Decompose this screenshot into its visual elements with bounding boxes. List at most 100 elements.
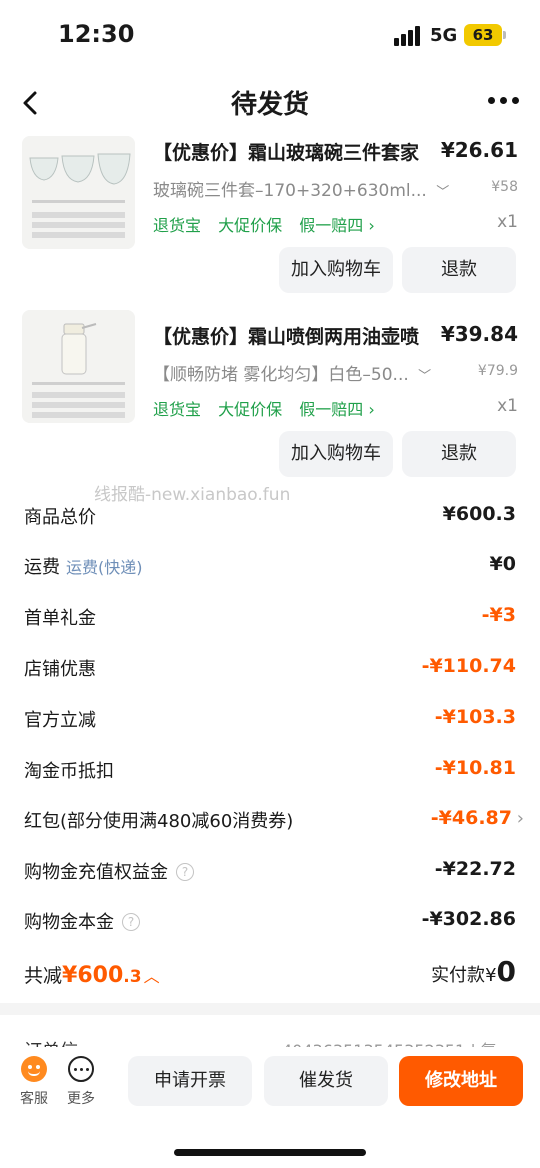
summary-row-coins: 淘金币抵扣 -¥10.81: [0, 757, 540, 787]
row-label: 淘金币抵扣: [24, 761, 114, 782]
row-label: 首单礼金: [24, 608, 96, 629]
original-price: ¥79.9: [477, 363, 518, 379]
summary-row-first-order-gift: 首单礼金 -¥3: [0, 604, 540, 634]
product-price: ¥39.84: [440, 322, 518, 346]
chevron-up-icon: ︿: [143, 967, 160, 986]
product-spec[interactable]: 【顺畅防堵 雾化均匀】白色–50... ﹀: [153, 360, 453, 385]
row-label: 商品总价: [24, 507, 96, 528]
customer-service-icon: [21, 1056, 47, 1082]
customer-service-button[interactable]: 客服: [14, 1056, 54, 1108]
product-card-bowls: 【优惠价】霜山玻璃碗三件套家 ¥26.61 玻璃碗三件套–170+320+630…: [0, 136, 540, 296]
more-options-icon[interactable]: [488, 97, 520, 107]
status-bar: 12:30 5G 63: [0, 0, 540, 70]
product-spec-text: 玻璃碗三件套–170+320+630ml...: [153, 181, 427, 201]
row-label-text: 购物金充值权益金: [24, 862, 168, 883]
tag-fake-compensate-label: 假一赔四: [299, 400, 364, 419]
total-reduction-dec: .3: [123, 967, 142, 987]
original-price: ¥58: [491, 179, 518, 195]
total-reduction-label: 共减: [24, 965, 63, 987]
battery-icon: 63: [464, 24, 502, 46]
row-value: -¥110.74: [421, 655, 516, 677]
signal-icon: [394, 26, 424, 46]
help-icon[interactable]: ?: [176, 863, 194, 881]
chevron-right-icon: ›: [368, 216, 375, 235]
chevron-down-icon: ﹀: [436, 185, 450, 200]
row-label-text: 运费: [24, 557, 60, 578]
tag-return-insurance: 退货宝: [153, 216, 202, 235]
total-reduction-int: 600: [77, 963, 124, 988]
product-name[interactable]: 【优惠价】霜山玻璃碗三件套家: [153, 138, 438, 165]
tag-fake-compensate[interactable]: 假一赔四 ›: [299, 216, 375, 235]
page-title: 待发货: [230, 90, 309, 120]
product-name[interactable]: 【优惠价】霜山喷倒两用油壶喷: [153, 322, 438, 349]
product-card-oil-bottle: 【优惠价】霜山喷倒两用油壶喷 ¥39.84 【顺畅防堵 雾化均匀】白色–50..…: [0, 310, 540, 480]
service-tags: 退货宝 大促价保 假一赔四 ›: [153, 396, 387, 420]
chevron-right-icon: ›: [516, 808, 524, 829]
row-label: 红包(部分使用满480减60消费券): [24, 811, 294, 832]
total-row: 共减¥600.3 ︿ 实付款¥0: [0, 955, 540, 995]
add-to-cart-button[interactable]: 加入购物车: [279, 247, 393, 293]
order-info-heading: 订单信息: [24, 1037, 84, 1047]
product-spec[interactable]: 玻璃碗三件套–170+320+630ml... ﹀: [153, 176, 453, 201]
more-icon: [68, 1056, 94, 1082]
product-price: ¥26.61: [440, 138, 518, 162]
watermark: 线报酷-new.xianbao.fun: [94, 485, 291, 505]
change-address-button[interactable]: 修改地址: [399, 1056, 523, 1106]
more-button[interactable]: 更多: [61, 1056, 101, 1108]
summary-row-shopping-gold-principal: 购物金本金? -¥302.86: [0, 908, 540, 938]
help-icon[interactable]: ?: [122, 913, 140, 931]
paid-value: 0: [496, 955, 516, 988]
tag-return-insurance: 退货宝: [153, 400, 202, 419]
more-label: 更多: [67, 1091, 95, 1107]
row-value: -¥103.3: [434, 706, 516, 728]
order-number: 404363513545352351 | 复制: [282, 1037, 512, 1047]
row-label: 购物金充值权益金?: [24, 858, 194, 884]
apply-invoice-button[interactable]: 申请开票: [128, 1056, 252, 1106]
product-quantity: x1: [497, 396, 518, 416]
product-image-oil-bottle[interactable]: [22, 310, 135, 423]
total-reduction-currency: ¥: [62, 963, 78, 988]
service-tags: 退货宝 大促价保 假一赔四 ›: [153, 212, 387, 236]
chevron-right-icon: ›: [368, 400, 375, 419]
section-divider: [0, 1003, 540, 1015]
status-time: 12:30: [58, 20, 135, 48]
summary-row-goods-total: 商品总价 ¥600.3: [0, 503, 540, 533]
row-value: -¥10.81: [434, 757, 516, 779]
product-quantity: x1: [497, 212, 518, 232]
product-image-bowls[interactable]: [22, 136, 135, 249]
row-value: -¥302.86: [421, 908, 516, 930]
paid-currency: ¥: [485, 965, 497, 986]
refund-button[interactable]: 退款: [402, 247, 516, 293]
row-label: 购物金本金?: [24, 908, 140, 934]
row-label-text: 购物金本金: [24, 912, 114, 933]
row-label: 店铺优惠: [24, 659, 96, 680]
battery-tip: [503, 31, 506, 39]
row-label: 官方立减: [24, 710, 96, 731]
row-label: 运费 运费(快递): [24, 553, 143, 579]
tag-price-protect: 大促价保: [218, 216, 283, 235]
chevron-down-icon: ﹀: [418, 369, 432, 384]
summary-row-shipping: 运费 运费(快递) ¥0: [0, 553, 540, 583]
row-value: -¥46.87: [430, 807, 512, 829]
product-spec-text: 【顺畅防堵 雾化均匀】白色–50...: [153, 365, 409, 385]
home-indicator: [174, 1149, 366, 1156]
summary-row-store-discount: 店铺优惠 -¥110.74: [0, 655, 540, 685]
tag-fake-compensate-label: 假一赔四: [299, 216, 364, 235]
add-to-cart-button[interactable]: 加入购物车: [279, 431, 393, 477]
paid-amount: 实付款¥0: [431, 955, 516, 988]
customer-service-label: 客服: [20, 1091, 48, 1107]
refund-button[interactable]: 退款: [402, 431, 516, 477]
nav-bar: 待发货: [0, 70, 540, 136]
total-reduction[interactable]: 共减¥600.3 ︿: [24, 961, 160, 988]
paid-label: 实付款: [431, 965, 486, 986]
row-value: -¥3: [481, 604, 516, 626]
tag-fake-compensate[interactable]: 假一赔四 ›: [299, 400, 375, 419]
row-value: ¥0: [489, 553, 516, 575]
urge-shipment-button[interactable]: 催发货: [264, 1056, 388, 1106]
summary-row-red-packet[interactable]: 红包(部分使用满480减60消费券) -¥46.87 ›: [0, 807, 540, 837]
network-type: 5G: [430, 25, 458, 46]
row-value: ¥600.3: [442, 503, 516, 525]
row-value: -¥22.72: [434, 858, 516, 880]
tag-price-protect: 大促价保: [218, 400, 283, 419]
summary-row-shopping-gold-bonus: 购物金充值权益金? -¥22.72: [0, 858, 540, 888]
